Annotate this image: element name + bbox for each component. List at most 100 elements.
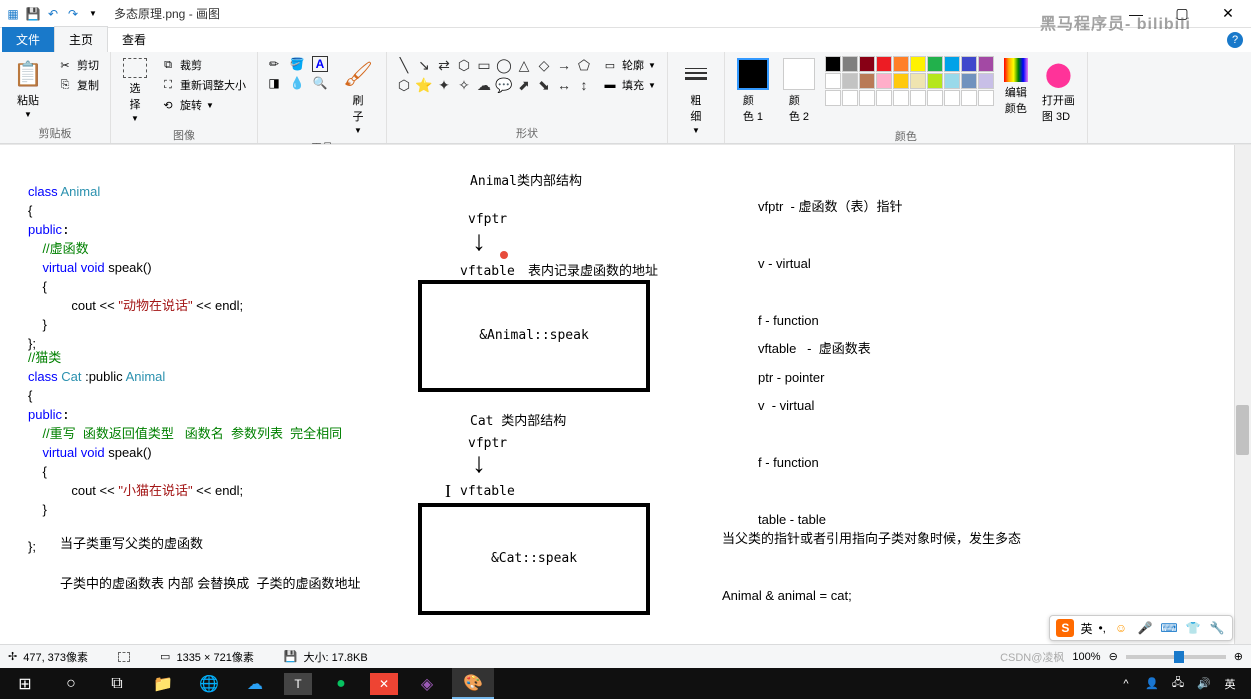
color-swatch[interactable] <box>910 73 926 89</box>
color-swatch[interactable] <box>842 73 858 89</box>
color-swatch[interactable] <box>893 73 909 89</box>
redo-icon[interactable]: ↷ <box>64 5 82 23</box>
save-icon[interactable]: 💾 <box>24 5 42 23</box>
color-swatch[interactable] <box>927 73 943 89</box>
tab-home[interactable]: 主页 <box>54 26 108 52</box>
color-swatch[interactable] <box>842 56 858 72</box>
brush-button[interactable]: 🖌 刷 子 ▼ <box>338 56 378 137</box>
cut-button[interactable]: ✂剪切 <box>54 56 102 74</box>
shapes-gallery[interactable]: ╲↘⇄⬡▭◯△◇→⬠ ⬡⭐✦✧☁💬⬈⬊↔↕ <box>395 56 593 94</box>
color-swatch[interactable] <box>825 73 841 89</box>
color-swatch[interactable] <box>893 56 909 72</box>
disk-icon: 💾 <box>284 650 298 663</box>
ime-mic-icon[interactable]: 🎤 <box>1136 619 1154 637</box>
resize-button[interactable]: ⛶重新调整大小 <box>157 76 249 94</box>
tray-volume-icon[interactable]: 🔊 <box>1195 675 1213 693</box>
ribbon: 📋 粘贴 ▼ ✂剪切 ⎘复制 剪贴板 选 择 ▼ ⧉裁剪 ⛶重新调整大小 ⟲旋转… <box>0 52 1251 144</box>
paste-button[interactable]: 📋 粘贴 ▼ <box>8 56 48 121</box>
help-icon[interactable]: ? <box>1227 32 1243 48</box>
color-swatch[interactable] <box>961 56 977 72</box>
xmind-icon[interactable]: ✕ <box>370 673 398 695</box>
canvas[interactable]: class Animal { public: //虚函数 virtual voi… <box>0 144 1251 644</box>
notes-icon[interactable]: T <box>284 673 312 695</box>
baidu-icon[interactable]: ☁ <box>234 668 276 699</box>
text-icon[interactable]: A <box>312 56 328 72</box>
color-swatch[interactable] <box>944 73 960 89</box>
ime-emoji-icon[interactable]: ☺ <box>1112 619 1130 637</box>
select-button[interactable]: 选 择 ▼ <box>119 56 151 125</box>
color-swatch[interactable] <box>876 56 892 72</box>
color2-button[interactable]: 颜 色 2 <box>779 56 819 126</box>
color-swatch[interactable] <box>927 90 943 106</box>
quick-access-toolbar: ▦ 💾 ↶ ↷ ▼ <box>0 5 106 23</box>
ime-punct[interactable]: •, <box>1098 621 1106 635</box>
zoom-in-button[interactable]: ⊕ <box>1234 650 1243 663</box>
color-swatch[interactable] <box>893 90 909 106</box>
color-swatch[interactable] <box>825 56 841 72</box>
undo-icon[interactable]: ↶ <box>44 5 62 23</box>
explorer-icon[interactable]: 📁 <box>142 668 184 699</box>
task-view-button[interactable]: ⧉ <box>96 668 138 699</box>
color-swatch[interactable] <box>978 90 994 106</box>
color-swatch[interactable] <box>842 90 858 106</box>
color-swatch[interactable] <box>978 56 994 72</box>
wechat-icon[interactable]: ● <box>320 668 362 699</box>
qat-dropdown-icon[interactable]: ▼ <box>84 5 102 23</box>
color-swatch[interactable] <box>825 90 841 106</box>
vs-icon[interactable]: ◈ <box>406 668 448 699</box>
thickness-button[interactable]: 粗 细 ▼ <box>676 56 716 137</box>
zoom-out-button[interactable]: ⊖ <box>1109 650 1118 663</box>
sogou-icon[interactable]: S <box>1056 619 1074 637</box>
search-button[interactable]: ○ <box>50 668 92 699</box>
edge-icon[interactable]: 🌐 <box>188 668 230 699</box>
pencil-icon[interactable]: ✏ <box>266 56 282 72</box>
picker-icon[interactable]: 💧 <box>289 75 305 91</box>
ime-keyboard-icon[interactable]: ⌨ <box>1160 619 1178 637</box>
color-swatch[interactable] <box>961 90 977 106</box>
status-filesize: 💾大小: 17.8KB <box>284 649 368 665</box>
color-swatch[interactable] <box>859 73 875 89</box>
color-swatch[interactable] <box>910 90 926 106</box>
edit-colors-button[interactable]: 编辑 颜色 <box>1000 56 1032 118</box>
tab-file[interactable]: 文件 <box>2 27 54 52</box>
zoom-thumb[interactable] <box>1174 651 1184 663</box>
eraser-icon[interactable]: ◨ <box>266 75 282 91</box>
vertical-scrollbar[interactable] <box>1234 145 1251 644</box>
scroll-thumb[interactable] <box>1236 405 1249 455</box>
color-swatch[interactable] <box>961 73 977 89</box>
color-swatch[interactable] <box>944 90 960 106</box>
tray-up-icon[interactable]: ^ <box>1117 675 1135 693</box>
zoom-icon[interactable]: 🔍 <box>312 75 328 91</box>
close-button[interactable]: ✕ <box>1205 0 1251 28</box>
color1-button[interactable]: 颜 色 1 <box>733 56 773 126</box>
start-button[interactable]: ⊞ <box>4 668 46 699</box>
outline-button[interactable]: ▭轮廓▼ <box>599 56 659 74</box>
ime-lang[interactable]: 英 <box>1080 620 1092 637</box>
ime-toolbox-icon[interactable]: 🔧 <box>1208 619 1226 637</box>
fill-shape-button[interactable]: ▬填充▼ <box>599 76 659 94</box>
tray-network-icon[interactable]: 🖧 <box>1169 675 1187 693</box>
color-swatch[interactable] <box>876 90 892 106</box>
color-swatch[interactable] <box>978 73 994 89</box>
tab-view[interactable]: 查看 <box>108 27 160 52</box>
fill-icon[interactable]: 🪣 <box>289 56 305 72</box>
fillshape-icon: ▬ <box>602 77 618 93</box>
rotate-button[interactable]: ⟲旋转▼ <box>157 96 249 114</box>
color-swatch[interactable] <box>876 73 892 89</box>
ime-skin-icon[interactable]: 👕 <box>1184 619 1202 637</box>
cut-icon: ✂ <box>57 57 73 73</box>
group-image-label: 图像 <box>119 125 249 143</box>
open-3d-button[interactable]: ⬤ 打开画 图 3D <box>1038 56 1079 126</box>
color-swatch[interactable] <box>944 56 960 72</box>
color-swatch[interactable] <box>910 56 926 72</box>
ime-toolbar[interactable]: S 英 •, ☺ 🎤 ⌨ 👕 🔧 <box>1049 615 1233 641</box>
copy-button[interactable]: ⎘复制 <box>54 76 102 94</box>
tray-people-icon[interactable]: 👤 <box>1143 675 1161 693</box>
color-swatch[interactable] <box>859 56 875 72</box>
zoom-slider[interactable] <box>1126 655 1226 659</box>
paint-icon[interactable]: 🎨 <box>452 668 494 699</box>
tray-ime-icon[interactable]: 英 <box>1221 675 1239 693</box>
color-swatch[interactable] <box>927 56 943 72</box>
color-swatch[interactable] <box>859 90 875 106</box>
crop-button[interactable]: ⧉裁剪 <box>157 56 249 74</box>
